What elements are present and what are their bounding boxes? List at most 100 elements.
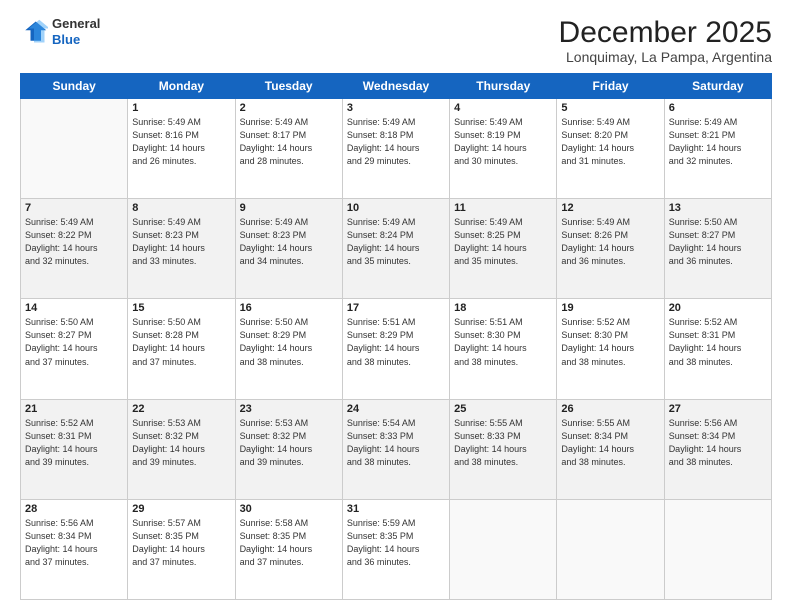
col-header-sunday: Sunday bbox=[21, 74, 128, 99]
calendar-cell bbox=[450, 499, 557, 599]
day-info: Sunrise: 5:49 AM Sunset: 8:24 PM Dayligh… bbox=[347, 216, 445, 268]
logo-general: General bbox=[52, 16, 100, 32]
day-number: 2 bbox=[240, 102, 338, 114]
calendar-cell: 5 Sunrise: 5:49 AM Sunset: 8:20 PM Daylig… bbox=[557, 99, 664, 199]
calendar-row-2: 7 Sunrise: 5:49 AM Sunset: 8:22 PM Daylig… bbox=[21, 199, 772, 299]
day-number: 5 bbox=[561, 102, 659, 114]
day-info: Sunrise: 5:56 AM Sunset: 8:34 PM Dayligh… bbox=[669, 417, 767, 469]
day-info: Sunrise: 5:49 AM Sunset: 8:26 PM Dayligh… bbox=[561, 216, 659, 268]
calendar-cell: 26Sunrise: 5:55 AM Sunset: 8:34 PM Dayli… bbox=[557, 399, 664, 499]
day-number: 21 bbox=[25, 403, 123, 415]
calendar-cell: 28Sunrise: 5:56 AM Sunset: 8:34 PM Dayli… bbox=[21, 499, 128, 599]
day-info: Sunrise: 5:49 AM Sunset: 8:25 PM Dayligh… bbox=[454, 216, 552, 268]
logo-blue: Blue bbox=[52, 32, 100, 48]
day-info: Sunrise: 5:49 AM Sunset: 8:16 PM Dayligh… bbox=[132, 116, 230, 168]
calendar-cell: 2 Sunrise: 5:49 AM Sunset: 8:17 PM Daylig… bbox=[235, 99, 342, 199]
calendar-cell: 31 Sunrise: 5:59 AM Sunset: 8:35 PM Dayli… bbox=[342, 499, 449, 599]
calendar-cell: 23 Sunrise: 5:53 AM Sunset: 8:32 PM Dayli… bbox=[235, 399, 342, 499]
logo-text: General Blue bbox=[52, 16, 100, 47]
day-number: 24 bbox=[347, 403, 445, 415]
day-number: 3 bbox=[347, 102, 445, 114]
day-info: Sunrise: 5:49 AM Sunset: 8:19 PM Dayligh… bbox=[454, 116, 552, 168]
day-info: Sunrise: 5:53 AM Sunset: 8:32 PM Dayligh… bbox=[132, 417, 230, 469]
day-info: Sunrise: 5:50 AM Sunset: 8:27 PM Dayligh… bbox=[669, 216, 767, 268]
calendar-cell bbox=[21, 99, 128, 199]
day-info: Sunrise: 5:49 AM Sunset: 8:17 PM Dayligh… bbox=[240, 116, 338, 168]
calendar-cell: 4 Sunrise: 5:49 AM Sunset: 8:19 PM Daylig… bbox=[450, 99, 557, 199]
calendar-cell: 21 Sunrise: 5:52 AM Sunset: 8:31 PM Dayli… bbox=[21, 399, 128, 499]
calendar-cell: 12 Sunrise: 5:49 AM Sunset: 8:26 PM Dayli… bbox=[557, 199, 664, 299]
day-info: Sunrise: 5:49 AM Sunset: 8:18 PM Dayligh… bbox=[347, 116, 445, 168]
calendar-cell: 9 Sunrise: 5:49 AM Sunset: 8:23 PM Daylig… bbox=[235, 199, 342, 299]
day-info: Sunrise: 5:50 AM Sunset: 8:29 PM Dayligh… bbox=[240, 316, 338, 368]
calendar: SundayMondayTuesdayWednesdayThursdayFrid… bbox=[20, 73, 772, 600]
col-header-monday: Monday bbox=[128, 74, 235, 99]
day-number: 1 bbox=[132, 102, 230, 114]
calendar-cell: 10 Sunrise: 5:49 AM Sunset: 8:24 PM Dayli… bbox=[342, 199, 449, 299]
day-info: Sunrise: 5:50 AM Sunset: 8:28 PM Dayligh… bbox=[132, 316, 230, 368]
day-number: 26 bbox=[561, 403, 659, 415]
day-info: Sunrise: 5:49 AM Sunset: 8:20 PM Dayligh… bbox=[561, 116, 659, 168]
day-info: Sunrise: 5:59 AM Sunset: 8:35 PM Dayligh… bbox=[347, 517, 445, 569]
day-info: Sunrise: 5:52 AM Sunset: 8:30 PM Dayligh… bbox=[561, 316, 659, 368]
calendar-cell: 20 Sunrise: 5:52 AM Sunset: 8:31 PM Dayli… bbox=[664, 299, 771, 399]
calendar-header-row: SundayMondayTuesdayWednesdayThursdayFrid… bbox=[21, 74, 772, 99]
month-title: December 2025 bbox=[559, 16, 772, 49]
calendar-cell: 16 Sunrise: 5:50 AM Sunset: 8:29 PM Dayli… bbox=[235, 299, 342, 399]
calendar-cell: 24Sunrise: 5:54 AM Sunset: 8:33 PM Dayli… bbox=[342, 399, 449, 499]
day-number: 22 bbox=[132, 403, 230, 415]
calendar-cell bbox=[664, 499, 771, 599]
day-info: Sunrise: 5:49 AM Sunset: 8:21 PM Dayligh… bbox=[669, 116, 767, 168]
day-number: 19 bbox=[561, 302, 659, 314]
col-header-friday: Friday bbox=[557, 74, 664, 99]
day-info: Sunrise: 5:49 AM Sunset: 8:23 PM Dayligh… bbox=[240, 216, 338, 268]
calendar-cell: 6 Sunrise: 5:49 AM Sunset: 8:21 PM Daylig… bbox=[664, 99, 771, 199]
day-number: 14 bbox=[25, 302, 123, 314]
col-header-thursday: Thursday bbox=[450, 74, 557, 99]
calendar-row-5: 28Sunrise: 5:56 AM Sunset: 8:34 PM Dayli… bbox=[21, 499, 772, 599]
calendar-cell: 7 Sunrise: 5:49 AM Sunset: 8:22 PM Daylig… bbox=[21, 199, 128, 299]
day-number: 15 bbox=[132, 302, 230, 314]
day-number: 16 bbox=[240, 302, 338, 314]
calendar-cell: 18Sunrise: 5:51 AM Sunset: 8:30 PM Dayli… bbox=[450, 299, 557, 399]
calendar-cell: 29Sunrise: 5:57 AM Sunset: 8:35 PM Dayli… bbox=[128, 499, 235, 599]
calendar-cell bbox=[557, 499, 664, 599]
day-number: 13 bbox=[669, 202, 767, 214]
day-number: 4 bbox=[454, 102, 552, 114]
day-number: 7 bbox=[25, 202, 123, 214]
calendar-cell: 27Sunrise: 5:56 AM Sunset: 8:34 PM Dayli… bbox=[664, 399, 771, 499]
calendar-cell: 22 Sunrise: 5:53 AM Sunset: 8:32 PM Dayli… bbox=[128, 399, 235, 499]
day-info: Sunrise: 5:55 AM Sunset: 8:33 PM Dayligh… bbox=[454, 417, 552, 469]
calendar-cell: 15 Sunrise: 5:50 AM Sunset: 8:28 PM Dayli… bbox=[128, 299, 235, 399]
calendar-row-3: 14Sunrise: 5:50 AM Sunset: 8:27 PM Dayli… bbox=[21, 299, 772, 399]
day-number: 23 bbox=[240, 403, 338, 415]
day-info: Sunrise: 5:52 AM Sunset: 8:31 PM Dayligh… bbox=[669, 316, 767, 368]
page: General Blue December 2025 Lonquimay, La… bbox=[0, 0, 792, 612]
calendar-cell: 11Sunrise: 5:49 AM Sunset: 8:25 PM Dayli… bbox=[450, 199, 557, 299]
day-number: 8 bbox=[132, 202, 230, 214]
calendar-row-1: 1 Sunrise: 5:49 AM Sunset: 8:16 PM Daylig… bbox=[21, 99, 772, 199]
calendar-cell: 1 Sunrise: 5:49 AM Sunset: 8:16 PM Daylig… bbox=[128, 99, 235, 199]
calendar-cell: 8 Sunrise: 5:49 AM Sunset: 8:23 PM Daylig… bbox=[128, 199, 235, 299]
day-number: 31 bbox=[347, 503, 445, 515]
calendar-cell: 25Sunrise: 5:55 AM Sunset: 8:33 PM Dayli… bbox=[450, 399, 557, 499]
day-number: 29 bbox=[132, 503, 230, 515]
day-info: Sunrise: 5:52 AM Sunset: 8:31 PM Dayligh… bbox=[25, 417, 123, 469]
calendar-row-4: 21 Sunrise: 5:52 AM Sunset: 8:31 PM Dayli… bbox=[21, 399, 772, 499]
day-number: 10 bbox=[347, 202, 445, 214]
day-number: 9 bbox=[240, 202, 338, 214]
day-number: 20 bbox=[669, 302, 767, 314]
calendar-cell: 17Sunrise: 5:51 AM Sunset: 8:29 PM Dayli… bbox=[342, 299, 449, 399]
day-number: 6 bbox=[669, 102, 767, 114]
title-section: December 2025 Lonquimay, La Pampa, Argen… bbox=[559, 16, 772, 65]
day-number: 30 bbox=[240, 503, 338, 515]
calendar-cell: 14Sunrise: 5:50 AM Sunset: 8:27 PM Dayli… bbox=[21, 299, 128, 399]
day-info: Sunrise: 5:51 AM Sunset: 8:30 PM Dayligh… bbox=[454, 316, 552, 368]
day-number: 12 bbox=[561, 202, 659, 214]
day-number: 17 bbox=[347, 302, 445, 314]
day-info: Sunrise: 5:49 AM Sunset: 8:22 PM Dayligh… bbox=[25, 216, 123, 268]
col-header-wednesday: Wednesday bbox=[342, 74, 449, 99]
day-number: 28 bbox=[25, 503, 123, 515]
day-info: Sunrise: 5:49 AM Sunset: 8:23 PM Dayligh… bbox=[132, 216, 230, 268]
day-info: Sunrise: 5:53 AM Sunset: 8:32 PM Dayligh… bbox=[240, 417, 338, 469]
